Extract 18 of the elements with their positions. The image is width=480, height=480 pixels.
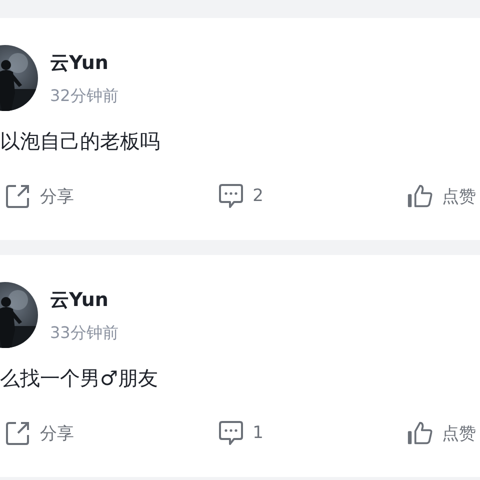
author-name: 云Yun [50,50,110,74]
post-time: 32分钟前 [50,86,118,106]
like-button[interactable]: 点赞 [406,183,476,209]
author-name: 云Yun [50,288,110,312]
comment-button[interactable]: 1 [218,420,264,446]
comment-icon [218,420,244,446]
share-button[interactable]: 分享 [5,420,74,446]
comment-icon [218,183,244,209]
post-text: 以泡自己的老板吗 [0,128,161,155]
share-button[interactable]: 分享 [5,183,74,209]
comment-button[interactable]: 2 [218,183,264,209]
like-button[interactable]: 点赞 [406,420,476,446]
thumbs-up-icon [406,183,433,209]
share-icon [5,420,31,446]
post-text: 么找一个男♂朋友 [0,365,159,392]
post-time: 33分钟前 [50,322,118,342]
thumbs-up-icon [406,420,433,446]
share-icon [5,183,31,209]
